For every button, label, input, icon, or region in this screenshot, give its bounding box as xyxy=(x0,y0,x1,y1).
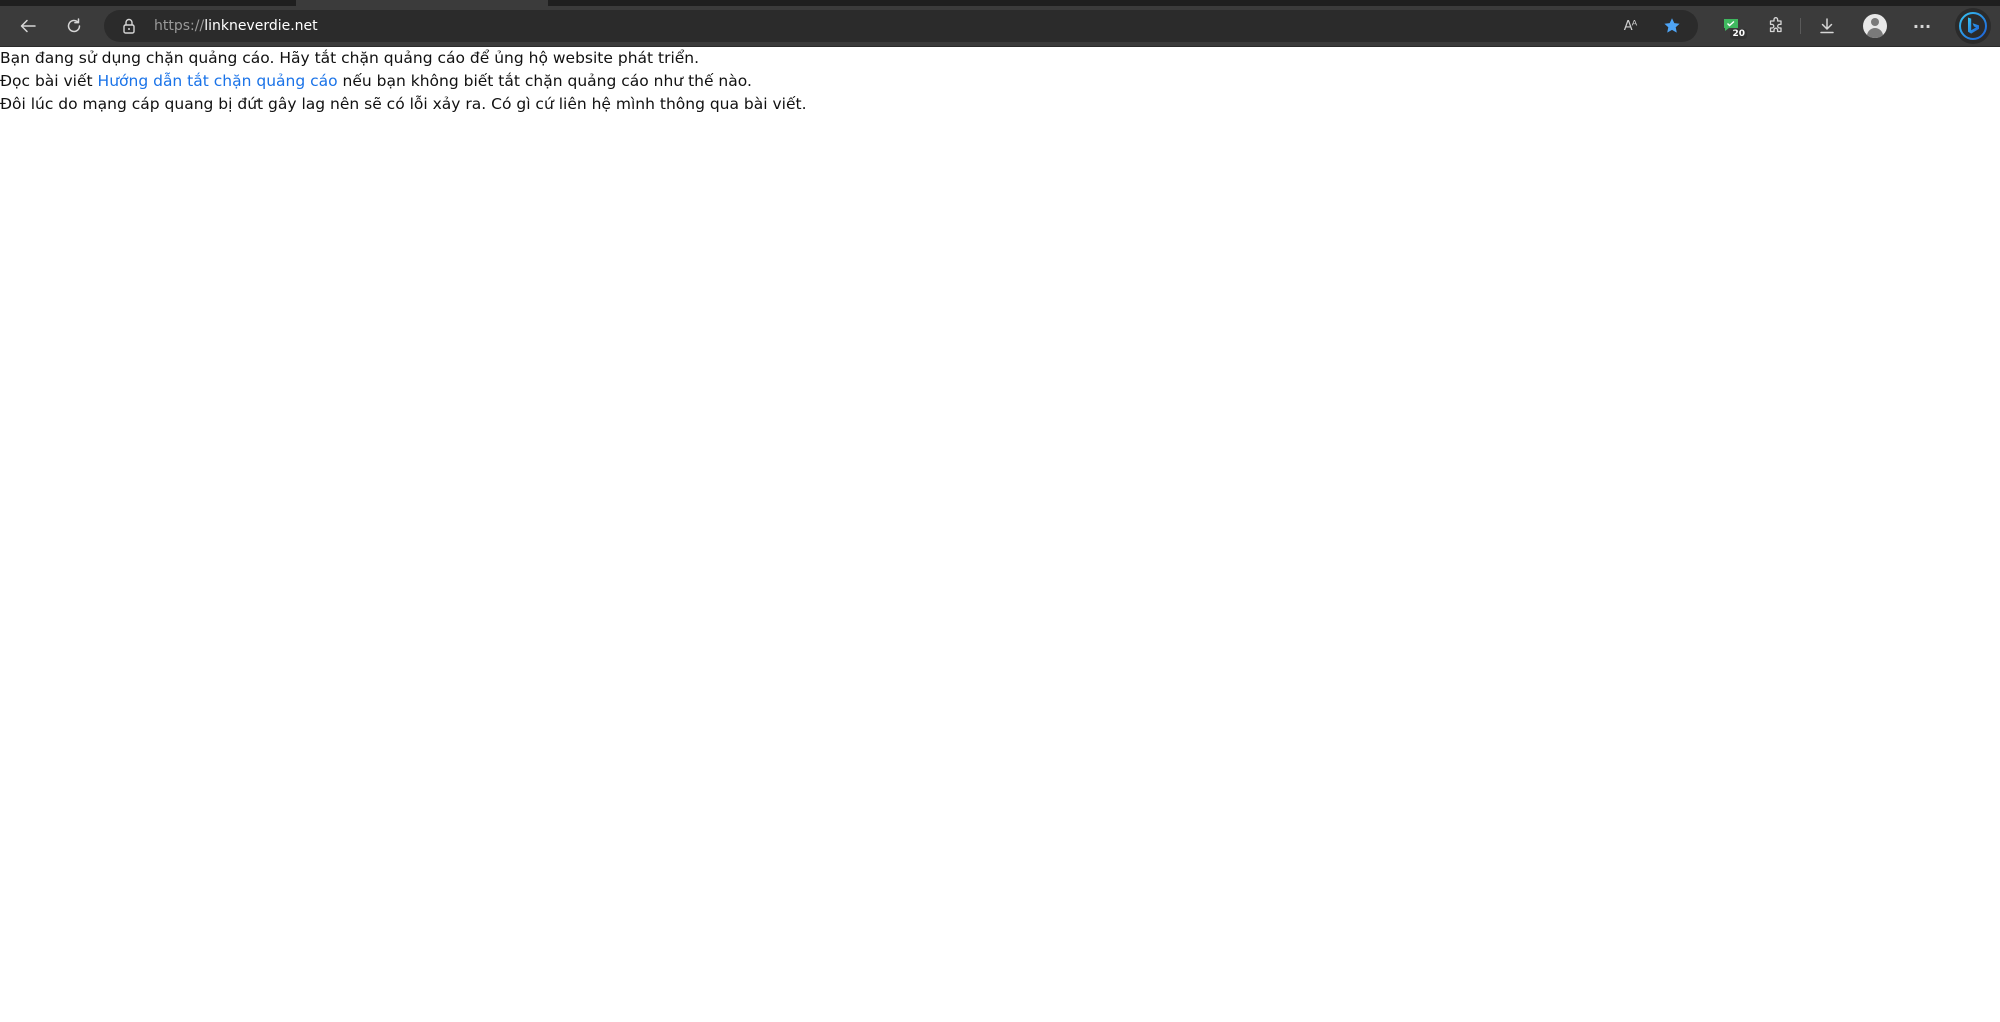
page-content: Bạn đang sử dụng chặn quảng cáo. Hãy tắt… xyxy=(0,47,2000,116)
guide-prefix: Đọc bài viết xyxy=(0,72,98,90)
more-icon: ··· xyxy=(1912,16,1932,36)
network-notice: Đôi lúc do mạng cáp quang bị đứt gây lag… xyxy=(0,95,807,113)
bing-button[interactable] xyxy=(1955,8,1991,44)
download-icon xyxy=(1817,16,1837,36)
adblock-notice: Bạn đang sử dụng chặn quảng cáo. Hãy tắt… xyxy=(0,49,700,67)
adblock-guide-line: Đọc bài viết Hướng dẫn tắt chặn quảng cá… xyxy=(0,70,2000,93)
extensions-button[interactable] xyxy=(1760,10,1792,42)
url-protocol: https:// xyxy=(154,18,205,34)
url-text[interactable]: https://linkneverdie.net xyxy=(154,10,318,42)
back-button[interactable] xyxy=(12,10,44,42)
toolbar-separator xyxy=(1800,18,1801,34)
guide-suffix: nếu bạn không biết tắt chặn quảng cáo nh… xyxy=(337,72,752,90)
adblock-guide-link[interactable]: Hướng dẫn tắt chặn quảng cáo xyxy=(98,72,338,90)
lock-icon[interactable] xyxy=(120,17,138,35)
back-icon xyxy=(18,16,38,36)
refresh-button[interactable] xyxy=(58,10,90,42)
read-aloud-icon[interactable]: Aᴬ xyxy=(1616,14,1644,38)
address-bar[interactable]: https://linkneverdie.net Aᴬ xyxy=(104,10,1698,42)
url-host: linkneverdie.net xyxy=(204,18,318,34)
profile-avatar-icon xyxy=(1863,14,1887,38)
downloads-button[interactable] xyxy=(1811,10,1843,42)
favorite-star-icon[interactable] xyxy=(1658,14,1686,38)
extension-icon: 20 xyxy=(1721,15,1747,39)
more-button[interactable]: ··· xyxy=(1906,10,1938,42)
extension-badge: 20 xyxy=(1730,29,1747,39)
bing-icon xyxy=(1959,12,1987,40)
extension-button[interactable]: 20 xyxy=(1716,10,1748,42)
browser-toolbar: https://linkneverdie.net Aᴬ 20 ··· xyxy=(0,6,2000,47)
profile-button[interactable] xyxy=(1859,10,1891,42)
refresh-icon xyxy=(64,16,84,36)
extensions-puzzle-icon xyxy=(1766,16,1786,36)
